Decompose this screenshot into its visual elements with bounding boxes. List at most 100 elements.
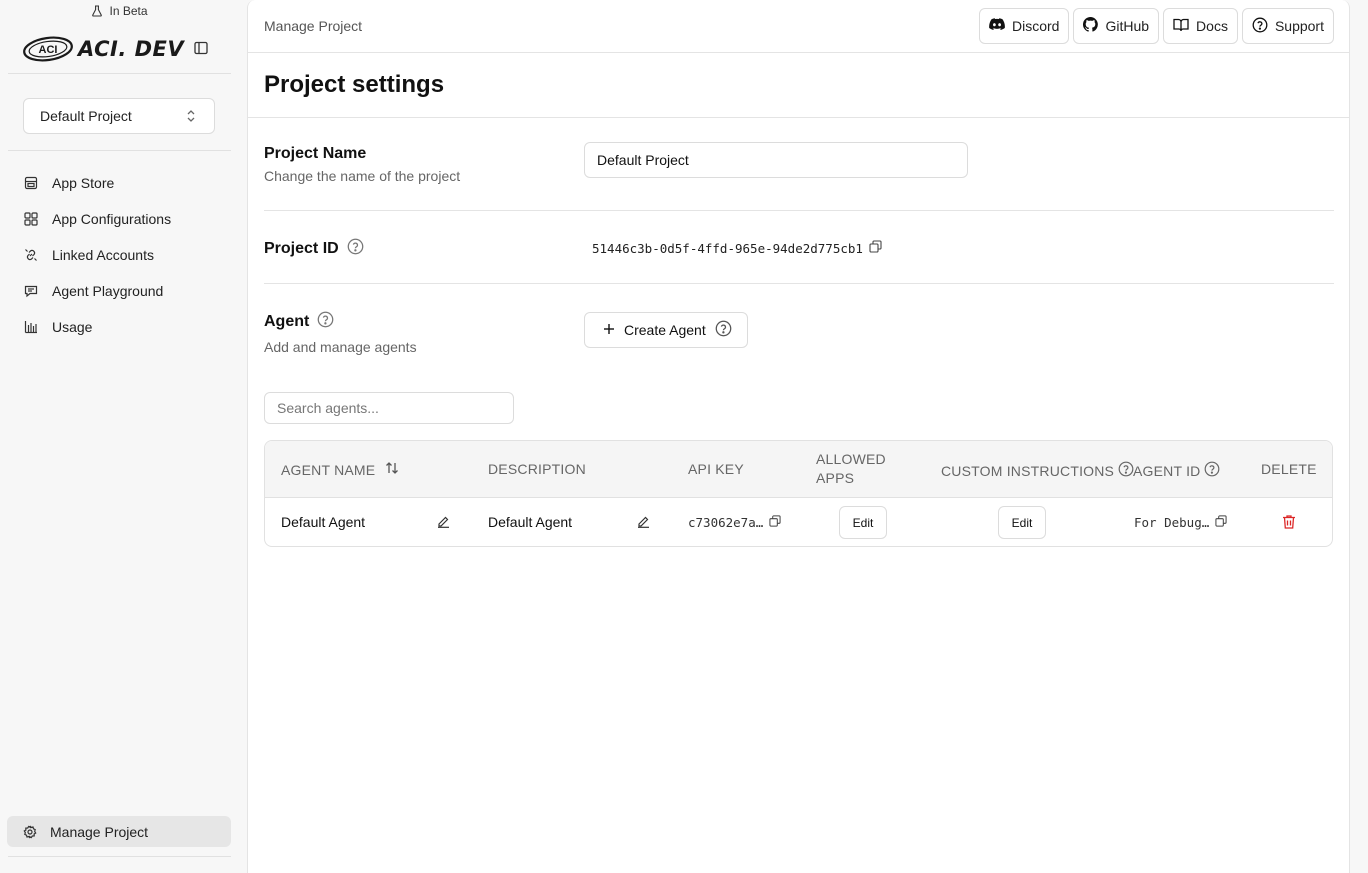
agent-label: Agent xyxy=(264,313,310,330)
sidebar-item-label: Agent Playground xyxy=(52,283,164,299)
project-id-label: Project ID xyxy=(264,240,339,257)
help-circle-icon[interactable] xyxy=(317,311,334,333)
header-label: APPS xyxy=(816,470,855,486)
discord-label: Discord xyxy=(1012,18,1060,34)
api-key-value: c73062e7a… xyxy=(688,515,764,530)
project-id-value-row: 51446c3b-0d5f-4ffd-965e-94de2d775cb1 xyxy=(592,240,882,256)
agent-name-cell: Default Agent xyxy=(281,514,366,530)
github-button[interactable]: GitHub xyxy=(1073,8,1160,44)
sidebar-item-app-configurations[interactable]: App Configurations xyxy=(8,201,231,237)
header-allowed-apps: ALLOWED APPS xyxy=(816,451,886,486)
sidebar: In Beta ACI ACI. DEV Default Project App… xyxy=(0,0,239,873)
header-label: CUSTOM INSTRUCTIONS xyxy=(941,462,1115,479)
project-select[interactable]: Default Project xyxy=(23,98,215,134)
page-title: Project settings xyxy=(264,71,445,98)
github-icon xyxy=(1083,17,1099,35)
flask-icon xyxy=(91,5,103,20)
header-api-key: API KEY xyxy=(688,461,744,477)
edit-name-icon[interactable] xyxy=(437,515,450,528)
project-id-value: 51446c3b-0d5f-4ffd-965e-94de2d775cb1 xyxy=(592,240,863,256)
help-circle-icon xyxy=(715,320,732,340)
docs-button[interactable]: Docs xyxy=(1163,8,1238,44)
sidebar-item-manage-project[interactable]: Manage Project xyxy=(7,816,231,847)
header-delete: DELETE xyxy=(1261,461,1317,477)
delete-icon[interactable] xyxy=(1282,514,1296,530)
grid-icon xyxy=(23,211,39,227)
agent-section: Agent Add and manage agents xyxy=(264,311,1334,355)
chevron-up-down-icon xyxy=(186,109,196,126)
top-bar: Manage Project Discord GitHub Docs Suppo… xyxy=(248,0,1349,53)
sidebar-item-usage[interactable]: Usage xyxy=(8,309,231,345)
top-buttons: Discord GitHub Docs Support xyxy=(979,8,1334,44)
store-icon xyxy=(23,175,39,191)
agent-heading: Agent xyxy=(264,311,1334,333)
breadcrumb: Manage Project xyxy=(264,18,363,34)
gear-icon xyxy=(23,825,37,839)
agents-table: AGENT NAME DESCRIPTION API KEY ALLOWED A… xyxy=(264,440,1333,547)
sort-icon[interactable] xyxy=(385,461,399,478)
project-name-input[interactable]: Default Project xyxy=(584,142,968,178)
search-agents-input[interactable] xyxy=(264,392,514,424)
divider xyxy=(264,210,1334,211)
header-label: AGENT NAME xyxy=(281,461,376,478)
discord-button[interactable]: Discord xyxy=(979,8,1070,44)
header-description: DESCRIPTION xyxy=(488,461,586,477)
create-agent-label: Create Agent xyxy=(624,322,706,338)
plus-icon xyxy=(603,322,615,338)
header-label: ALLOWED xyxy=(816,451,886,467)
beta-label: In Beta xyxy=(109,4,148,18)
header-label: AGENT ID xyxy=(1133,462,1201,479)
api-key-cell: c73062e7a… xyxy=(688,515,781,530)
title-row: Project settings xyxy=(248,53,1349,118)
project-select-value: Default Project xyxy=(40,108,132,124)
logo-text: ACI. DEV xyxy=(78,37,185,61)
bar-chart-icon xyxy=(23,319,39,335)
table-row: Default Agent Default Agent c73062e7a… E… xyxy=(265,498,1332,546)
description-cell: Default Agent xyxy=(488,514,573,530)
help-circle-icon xyxy=(1252,17,1268,36)
help-circle-icon[interactable] xyxy=(347,238,364,260)
support-button[interactable]: Support xyxy=(1241,8,1334,44)
sidebar-item-label: App Store xyxy=(52,175,115,191)
header-custom-instructions: CUSTOM INSTRUCTIONS xyxy=(941,461,1134,480)
sidebar-toggle-icon[interactable] xyxy=(193,40,209,59)
sidebar-item-app-store[interactable]: App Store xyxy=(8,165,231,201)
logo[interactable]: ACI ACI. DEV xyxy=(22,34,217,64)
manage-project-label: Manage Project xyxy=(50,823,149,840)
copy-icon[interactable] xyxy=(869,240,882,256)
header-agent-id: AGENT ID xyxy=(1133,461,1220,480)
aci-logo-icon: ACI xyxy=(23,36,73,62)
agent-id-cell: For Debug… xyxy=(1134,515,1227,530)
divider xyxy=(8,150,231,151)
sidebar-item-label: Usage xyxy=(52,319,93,335)
sidebar-item-label: App Configurations xyxy=(52,211,172,227)
logo-badge: ACI xyxy=(39,44,58,56)
agent-description: Add and manage agents xyxy=(264,339,417,355)
discord-icon xyxy=(989,18,1005,34)
sidebar-item-label: Linked Accounts xyxy=(52,247,154,263)
divider xyxy=(8,73,231,74)
copy-icon[interactable] xyxy=(769,515,781,530)
edit-allowed-apps-button[interactable]: Edit xyxy=(839,506,887,539)
divider xyxy=(264,283,1334,284)
table-header: AGENT NAME DESCRIPTION API KEY ALLOWED A… xyxy=(265,441,1332,498)
create-agent-button[interactable]: Create Agent xyxy=(584,312,748,348)
agent-id-value: For Debug… xyxy=(1134,515,1210,530)
link-icon xyxy=(23,247,39,263)
divider xyxy=(8,856,231,857)
sidebar-item-agent-playground[interactable]: Agent Playground xyxy=(8,273,231,309)
edit-custom-instructions-button[interactable]: Edit xyxy=(998,506,1046,539)
copy-icon[interactable] xyxy=(1215,515,1227,530)
book-icon xyxy=(1173,18,1189,35)
sidebar-nav: App Store App Configurations Linked Acco… xyxy=(8,165,231,345)
sidebar-item-linked-accounts[interactable]: Linked Accounts xyxy=(8,237,231,273)
main-panel: Manage Project Discord GitHub Docs Suppo… xyxy=(247,0,1350,873)
edit-description-icon[interactable] xyxy=(637,515,650,528)
beta-badge: In Beta xyxy=(0,4,239,20)
github-label: GitHub xyxy=(1105,18,1150,34)
chat-icon xyxy=(23,283,39,299)
header-agent-name[interactable]: AGENT NAME xyxy=(281,461,399,478)
support-label: Support xyxy=(1274,18,1324,34)
help-circle-icon[interactable] xyxy=(1204,461,1220,480)
help-circle-icon[interactable] xyxy=(1118,461,1134,480)
